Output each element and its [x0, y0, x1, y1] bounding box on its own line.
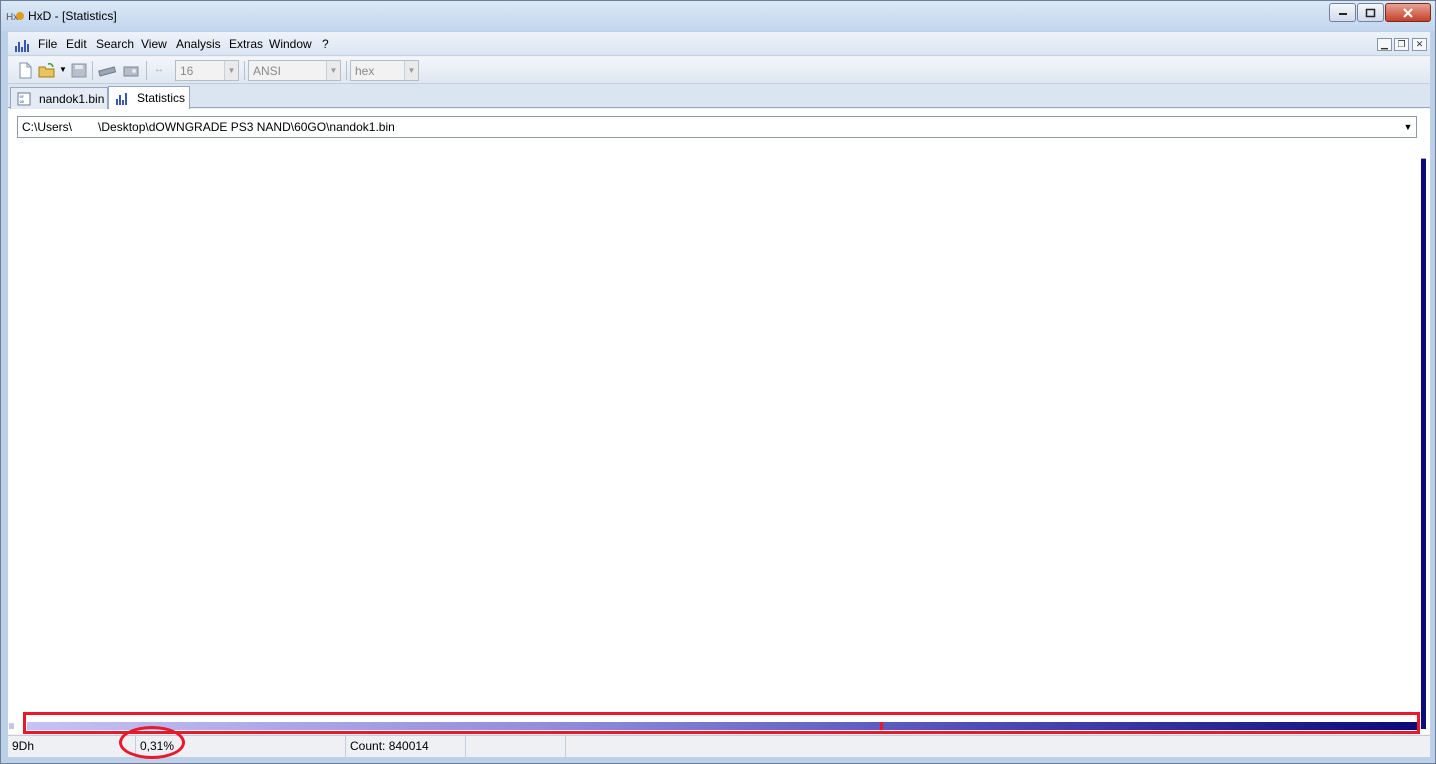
toolbar-separator [346, 61, 347, 80]
file-path-select[interactable]: C:\Users\ \Desktop\dOWNGRADE PS3 NAND\60G… [17, 116, 1417, 138]
title-bar[interactable]: Hx HxD - [Statistics] [1, 1, 1435, 31]
tab-label: Statistics [137, 91, 186, 105]
hex-file-icon: 0F 9D [17, 92, 31, 105]
close-button[interactable] [1385, 3, 1431, 22]
save-icon[interactable] [70, 62, 88, 79]
menu-help[interactable]: ? [322, 37, 329, 51]
toolbar-separator [146, 61, 147, 80]
byte-histogram-chart[interactable] [8, 141, 1430, 734]
byte-color-spectrum [27, 722, 1417, 730]
chevron-down-icon: ▼ [326, 61, 340, 80]
histogram-icon [116, 93, 127, 105]
charset-select[interactable]: ANSI ▼ [248, 60, 341, 81]
selected-byte-marker [880, 722, 883, 730]
bytes-per-row-value: 16 [180, 64, 194, 78]
menu-search[interactable]: Search [96, 37, 134, 51]
chevron-down-icon: ▼ [1403, 122, 1413, 132]
restore-button[interactable] [1357, 3, 1384, 22]
file-path-text: C:\Users\ \Desktop\dOWNGRADE PS3 NAND\60G… [22, 120, 395, 134]
menu-view[interactable]: View [141, 37, 167, 51]
bytes-per-row-select[interactable]: 16 ▼ [175, 60, 239, 81]
minimize-button[interactable] [1329, 3, 1356, 22]
charset-value: ANSI [253, 64, 282, 78]
offset-base-select[interactable]: hex ▼ [350, 60, 419, 81]
file-path-prefix: C:\Users\ [22, 120, 73, 134]
menu-window[interactable]: Window [269, 37, 312, 51]
status-count: Count: 840014 [346, 736, 466, 757]
file-path-suffix: \Desktop\dOWNGRADE PS3 NAND\60GO\nandok1… [98, 120, 395, 134]
close-icon: ✕ [1415, 39, 1424, 49]
mdi-close-button[interactable]: ✕ [1412, 38, 1427, 51]
menu-bar: File Edit Search View Analysis Extras Wi… [8, 32, 1430, 56]
ram-icon[interactable] [98, 62, 116, 79]
tab-statistics[interactable]: Statistics [108, 86, 190, 109]
hxd-window: Hx HxD - [Statistics] File Edit Search V… [0, 0, 1436, 764]
status-percent: 0,31% [136, 736, 346, 757]
status-empty-cell [466, 736, 566, 757]
chevron-down-icon: ▼ [224, 61, 238, 80]
offset-base-value: hex [355, 64, 375, 78]
tab-bar: 0F 9D nandok1.bin Statistics [8, 84, 1430, 109]
disk-icon[interactable] [122, 62, 140, 79]
svg-text:0F: 0F [20, 96, 25, 100]
open-file-icon[interactable] [38, 62, 56, 79]
restore-icon [1365, 8, 1376, 17]
statistics-pane: C:\Users\ \Desktop\dOWNGRADE PS3 NAND\60G… [8, 109, 1430, 734]
row-width-icon: ↔ [154, 64, 164, 75]
toolbar-separator [244, 61, 245, 80]
menu-file[interactable]: File [38, 37, 57, 51]
minimize-icon: ▁ [1381, 39, 1388, 49]
histogram-bar-00h[interactable] [9, 723, 14, 729]
svg-text:9D: 9D [20, 101, 25, 105]
histogram-icon [15, 40, 29, 52]
mdi-restore-button[interactable]: ❐ [1394, 38, 1409, 51]
histogram-bar-ffh[interactable] [1421, 158, 1426, 729]
toolbar: ▼ ↔ 16 ▼ ANSI ▼ hex ▼ [8, 57, 1430, 84]
hxd-app-icon: Hx [6, 12, 24, 23]
mdi-minimize-button[interactable]: ▁ [1377, 38, 1392, 51]
menu-extras[interactable]: Extras [229, 37, 263, 51]
histogram-bars [9, 158, 1426, 729]
close-icon [1403, 7, 1413, 18]
restore-icon: ❐ [1397, 39, 1406, 49]
toolbar-separator [92, 61, 93, 80]
tab-nandok1-bin[interactable]: 0F 9D nandok1.bin [10, 87, 108, 109]
client-area: File Edit Search View Analysis Extras Wi… [8, 32, 1430, 757]
menu-edit[interactable]: Edit [66, 37, 87, 51]
status-bar: 9Dh 0,31% Count: 840014 [8, 735, 1430, 757]
chevron-down-icon: ▼ [404, 61, 418, 80]
status-byte-value: 9Dh [8, 736, 136, 757]
minimize-icon [1338, 12, 1347, 15]
new-file-icon[interactable] [16, 62, 34, 79]
tab-label: nandok1.bin [39, 91, 105, 106]
window-title: HxD - [Statistics] [28, 9, 117, 23]
menu-analysis[interactable]: Analysis [176, 37, 221, 51]
open-dropdown-arrow-icon[interactable]: ▼ [59, 65, 67, 74]
